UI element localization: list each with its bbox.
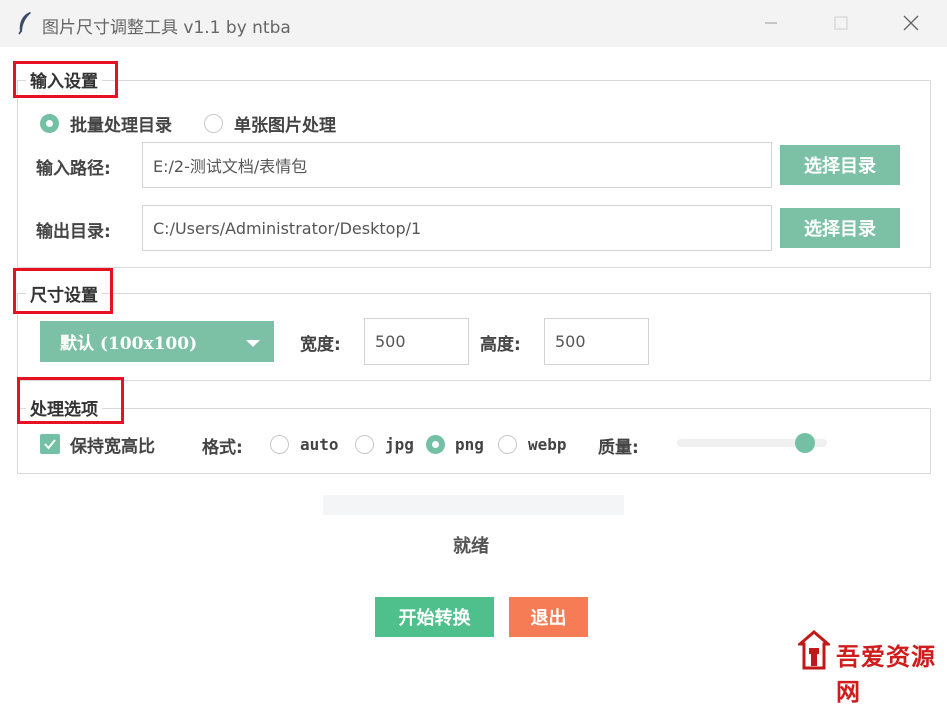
minimize-icon	[765, 22, 777, 24]
window-title: 图片尺寸调整工具 v1.1 by ntba	[42, 18, 291, 38]
format-auto-label[interactable]: auto	[300, 435, 339, 454]
choose-output-dir-button[interactable]: 选择目录	[780, 208, 900, 248]
format-radio-auto[interactable]	[270, 435, 289, 454]
choose-input-dir-button[interactable]: 选择目录	[780, 145, 900, 185]
input-path-field[interactable]: E:/2-测试文档/表情包	[142, 142, 772, 188]
width-label: 宽度:	[300, 335, 341, 355]
format-radio-webp[interactable]	[498, 435, 517, 454]
radio-batch[interactable]	[40, 114, 59, 133]
radio-batch-label[interactable]: 批量处理目录	[70, 111, 172, 136]
output-dir-label: 输出目录:	[36, 222, 111, 242]
quality-label: 质量:	[598, 438, 639, 458]
options-highlight	[17, 377, 124, 424]
width-field[interactable]: 500	[364, 318, 469, 365]
watermark: 吾爱资源网	[798, 628, 947, 706]
chevron-down-icon	[246, 340, 260, 347]
title-bar: 图片尺寸调整工具 v1.1 by ntba	[0, 0, 947, 47]
status-text: 就绪	[453, 536, 489, 557]
radio-single-label[interactable]: 单张图片处理	[234, 111, 336, 136]
quality-slider-thumb[interactable]	[794, 433, 815, 453]
keep-ratio-checkbox[interactable]	[40, 434, 60, 454]
output-dir-field[interactable]: C:/Users/Administrator/Desktop/1	[142, 205, 772, 251]
height-field[interactable]: 500	[544, 318, 649, 365]
watermark-logo-icon	[798, 630, 830, 670]
minimize-button[interactable]	[748, 0, 794, 46]
format-jpg-label[interactable]: jpg	[385, 435, 414, 454]
format-png-label[interactable]: png	[455, 435, 484, 454]
format-webp-label[interactable]: webp	[528, 435, 567, 454]
format-radio-jpg[interactable]	[355, 435, 374, 454]
feather-icon	[18, 12, 31, 35]
format-radio-png[interactable]	[426, 435, 445, 454]
size-settings-highlight	[13, 268, 113, 314]
start-convert-button[interactable]: 开始转换	[375, 597, 494, 637]
progress-bar	[323, 495, 624, 515]
close-button[interactable]	[888, 0, 934, 46]
maximize-button[interactable]	[818, 0, 864, 46]
exit-button[interactable]: 退出	[509, 597, 588, 637]
height-label: 高度:	[480, 335, 521, 355]
radio-single[interactable]	[204, 114, 223, 133]
input-path-label: 输入路径:	[36, 159, 111, 179]
close-icon	[903, 15, 919, 31]
input-settings-highlight	[13, 61, 118, 98]
keep-ratio-label[interactable]: 保持宽高比	[70, 432, 155, 457]
watermark-text: 吾爱资源网	[836, 642, 936, 706]
format-label: 格式:	[202, 438, 243, 458]
size-preset-value: 默认 (100x100)	[60, 334, 198, 354]
size-preset-dropdown[interactable]: 默认 (100x100)	[40, 321, 274, 362]
checkmark-icon	[44, 439, 56, 450]
maximize-icon	[834, 16, 848, 30]
